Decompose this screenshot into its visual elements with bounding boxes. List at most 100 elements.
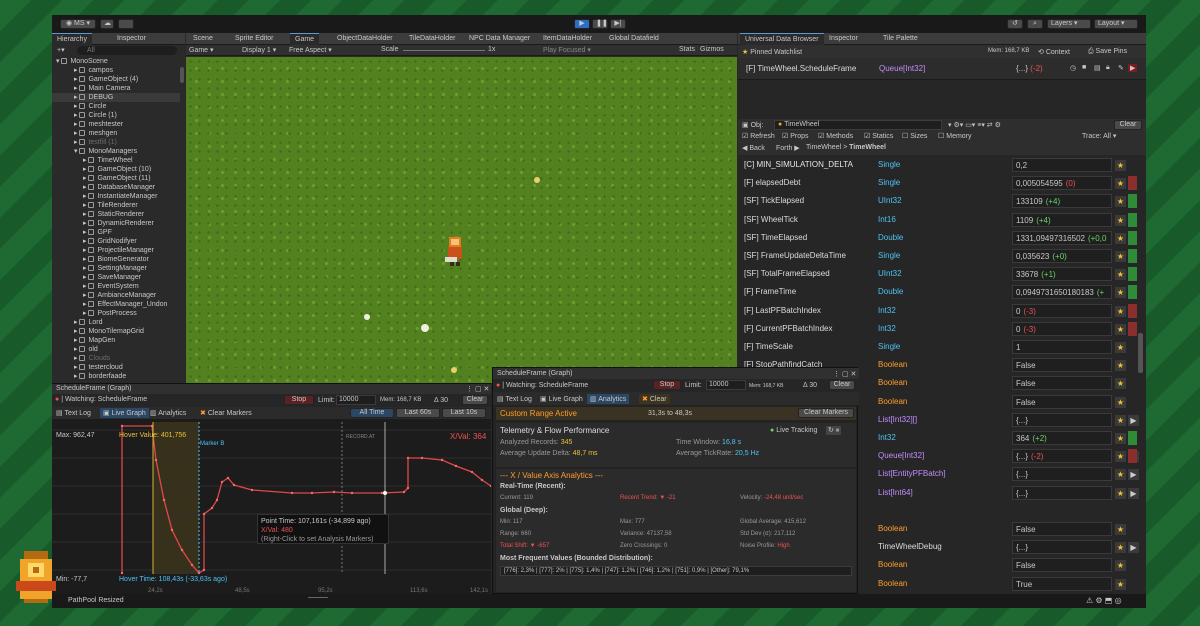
chevron-icon[interactable]: ▸ <box>52 238 88 245</box>
expand-icon[interactable]: ▶ <box>1128 487 1139 499</box>
chevron-icon[interactable]: ▸ <box>52 310 88 317</box>
hierarchy-item[interactable]: ▸ BiomeGenerator <box>52 255 180 264</box>
tab-game[interactable]: Game <box>290 33 320 45</box>
hierarchy-item[interactable]: ▸ StaticRenderer <box>52 210 180 219</box>
field-value[interactable]: {...} (-2) <box>1012 449 1112 464</box>
field-row[interactable]: [F] TimeScale Single 1 ★ <box>738 339 1138 356</box>
scale-slider[interactable] <box>403 50 485 51</box>
lock-icon[interactable]: 🔒︎ <box>1106 64 1110 72</box>
chevron-icon[interactable]: ▸ <box>52 193 88 200</box>
pin-star-icon[interactable]: ★ <box>1115 251 1126 262</box>
hierarchy-item[interactable]: ▸ GridNodifyer <box>52 237 180 246</box>
chevron-icon[interactable]: ▾ <box>52 58 61 65</box>
pin-star-icon[interactable]: ★ <box>1115 287 1126 299</box>
tab-text-log[interactable]: ▤ Text Log <box>56 409 91 417</box>
hierarchy-item[interactable]: ▸ GameObject (11) <box>52 174 180 183</box>
tab-inspector-left[interactable]: Inspector <box>112 33 151 45</box>
field-value[interactable]: 364 (+2) <box>1012 431 1112 445</box>
chevron-icon[interactable]: ▸ <box>52 157 88 164</box>
field-row[interactable]: [F] FrameTime Double 0,0949731650180183 (+ ★ <box>738 284 1138 301</box>
clear-button[interactable]: Clear <box>1114 120 1142 130</box>
chevron-icon[interactable]: ▸ <box>52 328 79 335</box>
field-value[interactable]: 0 (-3) <box>1012 321 1112 336</box>
chevron-icon[interactable]: ▸ <box>52 94 79 101</box>
hierarchy-scrollbar[interactable] <box>180 67 184 83</box>
pin-star-icon[interactable]: ★ <box>1115 178 1126 190</box>
tab-global-datafield[interactable]: Global Datafield <box>604 33 664 45</box>
chevron-icon[interactable]: ▸ <box>52 346 79 353</box>
chevron-icon[interactable]: ▸ <box>52 184 88 191</box>
statics-toggle[interactable]: ☑ Statics <box>864 132 893 140</box>
forth-button[interactable]: Forth ▶ <box>776 144 800 152</box>
hierarchy-item[interactable]: ▸ GameObject (4) <box>52 75 180 84</box>
object-field[interactable]: ● TimeWheel <box>774 120 942 130</box>
chevron-icon[interactable]: ▸ <box>52 265 88 272</box>
pin-star-icon[interactable]: ★ <box>1115 451 1126 463</box>
expand-icon[interactable]: ▶ <box>1128 542 1139 554</box>
field-value[interactable]: 1331,09497316502 (+0,0 <box>1012 230 1112 245</box>
tab-analytics[interactable]: ▥ Analytics <box>587 394 630 404</box>
tab-scene[interactable]: Scene <box>188 33 218 45</box>
hierarchy-item[interactable]: ▸ SaveManager <box>52 273 180 282</box>
field-value[interactable]: False <box>1012 558 1112 573</box>
hierarchy-item[interactable]: ▸ Lord <box>52 318 180 327</box>
field-value[interactable]: 1 <box>1012 340 1112 354</box>
pin-star-icon[interactable]: ★ <box>1115 342 1126 353</box>
field-value[interactable]: 0,005054595 (0) <box>1012 176 1112 191</box>
tab-text-log[interactable]: ▤ Text Log <box>497 395 532 403</box>
pin-star-icon[interactable]: ★ <box>1115 196 1126 208</box>
hierarchy-search-input[interactable]: All <box>77 46 177 55</box>
gizmos-dropdown[interactable]: Gizmos <box>700 46 724 53</box>
range-all-time[interactable]: All Time <box>350 408 394 418</box>
pin-star-icon[interactable]: ★ <box>1115 542 1126 554</box>
field-row[interactable]: [C] MIN_SIMULATION_DELTA Single 0,2 ★ <box>738 157 1138 174</box>
edit-icon[interactable]: ✎ <box>1118 64 1124 72</box>
chevron-icon[interactable]: ▸ <box>52 76 79 83</box>
field-value[interactable]: False <box>1012 522 1112 536</box>
hierarchy-item[interactable]: ▸ DynamicRenderer <box>52 219 180 228</box>
pin-star-icon[interactable]: ★ <box>1115 578 1126 590</box>
pin-star-icon[interactable]: ★ <box>1115 414 1126 426</box>
field-row[interactable]: [SF] TickElapsed UInt32 133109 (+4) ★ <box>738 193 1138 210</box>
clear-analytics-button[interactable]: ✖ Clear <box>639 394 670 404</box>
field-row[interactable]: [F] elapsedDebt Single 0,005054595 (0) ★ <box>738 175 1138 192</box>
field-value[interactable]: False <box>1012 394 1112 409</box>
pin-star-icon[interactable]: ★ <box>1115 378 1126 390</box>
refresh-toggle[interactable]: ☑ Refresh <box>742 132 775 140</box>
limit-input[interactable]: 10000 <box>706 380 746 390</box>
tab-tile-palette[interactable]: Tile Palette <box>878 33 923 45</box>
aspect-dropdown[interactable]: Free Aspect ▾ <box>289 46 332 54</box>
expand-icon[interactable]: ▶ <box>1128 469 1139 481</box>
hierarchy-item[interactable]: ▸ InstantiateManager <box>52 192 180 201</box>
pin-star-icon[interactable]: ★ <box>1115 269 1126 281</box>
chevron-icon[interactable]: ▸ <box>52 85 79 92</box>
hierarchy-item[interactable]: ▸ old <box>52 345 180 354</box>
account-dropdown[interactable]: ◉ MS ▾ <box>60 19 96 29</box>
hierarchy-item[interactable]: ▸ TileRenderer <box>52 201 180 210</box>
chevron-icon[interactable]: ▸ <box>52 103 79 110</box>
toolbar-icons[interactable]: ▾ ⚙▾ ▭▾ ≡▾ ⇄ ⚙ <box>948 121 1001 129</box>
pin-star-icon[interactable]: ★ <box>1115 469 1126 481</box>
add-icon[interactable]: +▾ <box>57 46 65 54</box>
pause-button[interactable]: ❚❚ <box>592 19 608 29</box>
layers-dropdown[interactable]: Layers ▾ <box>1047 19 1091 29</box>
tab-universal-data-browser[interactable]: Universal Data Browser <box>740 33 824 45</box>
hierarchy-item[interactable]: ▸ ProjectileManager <box>52 246 180 255</box>
cloud-button[interactable]: ☁ <box>100 19 114 29</box>
chevron-icon[interactable]: ▸ <box>52 292 88 299</box>
context-button[interactable]: ⟲ Context <box>1038 48 1070 56</box>
live-graph-canvas[interactable]: 24,2s 48,5s 95,2s 113,6s 142,1s <box>52 420 491 595</box>
field-value[interactable]: False <box>1012 358 1112 373</box>
hierarchy-item[interactable]: ▸ Main Camera <box>52 84 180 93</box>
hierarchy-item[interactable]: ▾ MonoScene <box>52 57 180 66</box>
pin-star-icon[interactable]: ★ <box>1115 160 1126 171</box>
unpin-icon[interactable]: ▶ <box>1128 64 1138 72</box>
field-row[interactable]: [SF] FrameUpdateDeltaTime Single 0,035623(… <box>738 248 1138 265</box>
tab-hierarchy[interactable]: Hierarchy <box>52 33 92 45</box>
pin-star-icon[interactable]: ★ <box>1115 232 1126 244</box>
game-viewport[interactable] <box>186 57 737 383</box>
chevron-icon[interactable]: ▸ <box>52 202 88 209</box>
field-row[interactable]: [F] CurrentPFBatchIndex Int32 0 (-3) ★ <box>738 321 1138 338</box>
play-button[interactable]: ▶ <box>574 19 590 29</box>
field-value[interactable]: 0 (-3) <box>1012 303 1112 318</box>
